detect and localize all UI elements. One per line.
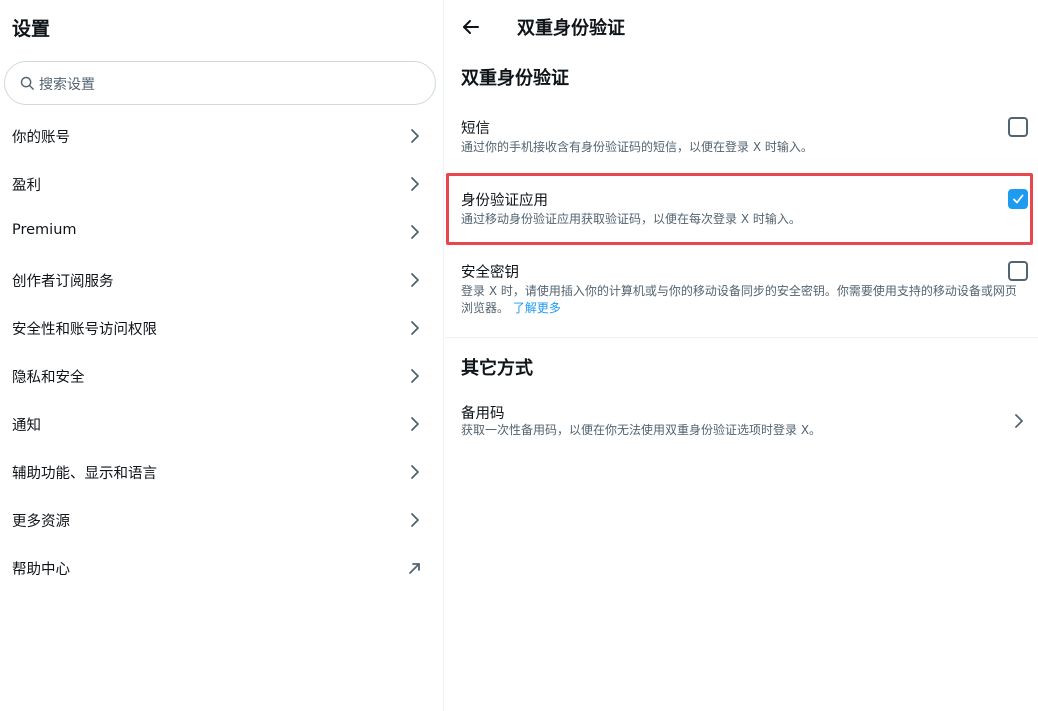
menu-item-notifications[interactable]: 通知 [0, 400, 443, 448]
menu-item-monetization[interactable]: 盈利 [0, 160, 443, 208]
backup-codes-desc: 获取一次性备用码，以便在你无法使用双重身份验证选项时登录 X。 [461, 423, 822, 437]
menu-item-label: 你的账号 [12, 130, 70, 146]
menu-item-help-center[interactable]: 帮助中心 [0, 544, 443, 592]
chevron-right-icon [411, 417, 419, 431]
option-authenticator-app[interactable]: 身份验证应用 通过移动身份验证应用获取验证码，以便在每次登录 X 时输入。 [445, 180, 1038, 240]
chevron-right-icon [411, 369, 419, 383]
backup-codes-title: 备用码 [461, 406, 505, 422]
sms-checkbox[interactable] [1008, 117, 1028, 137]
learn-more-link[interactable]: 了解更多 [513, 301, 561, 315]
option-security-key[interactable]: 安全密钥 登录 X 时，请使用插入你的计算机或与你的移动设备同步的安全密钥。你需… [445, 252, 1038, 332]
menu-item-label: 创作者订阅服务 [12, 274, 114, 290]
menu-item-label: 隐私和安全 [12, 370, 85, 386]
section-title-other: 其它方式 [461, 358, 533, 379]
divider [445, 337, 1038, 338]
option-sms-title: 短信 [461, 121, 490, 137]
option-authenticator-desc: 通过移动身份验证应用获取验证码，以便在每次登录 X 时输入。 [461, 212, 801, 226]
menu-item-security[interactable]: 安全性和账号访问权限 [0, 304, 443, 352]
settings-title: 设置 [12, 18, 51, 40]
menu-item-label: 通知 [12, 418, 41, 434]
chevron-right-icon [411, 129, 419, 143]
menu-item-label: Premium [12, 222, 77, 238]
option-backup-codes[interactable]: 备用码 获取一次性备用码，以便在你无法使用双重身份验证选项时登录 X。 [445, 395, 1038, 445]
external-link-icon [409, 563, 420, 574]
menu-item-privacy[interactable]: 隐私和安全 [0, 352, 443, 400]
option-sms-desc: 通过你的手机接收含有身份验证码的短信，以便在登录 X 时输入。 [461, 140, 813, 154]
menu-item-label: 更多资源 [12, 514, 70, 530]
settings-menu: 你的账号 盈利 Premium 创作者订阅服务 安全性和账号访问权限 隐私和安全… [0, 112, 443, 592]
chevron-right-icon [411, 225, 419, 239]
two-factor-panel: 双重身份验证 双重身份验证 短信 通过你的手机接收含有身份验证码的短信，以便在登… [445, 0, 1038, 711]
menu-item-accessibility[interactable]: 辅助功能、显示和语言 [0, 448, 443, 496]
option-security-key-desc: 登录 X 时，请使用插入你的计算机或与你的移动设备同步的安全密钥。你需要使用支持… [461, 283, 1021, 317]
chevron-right-icon [411, 513, 419, 527]
search-input[interactable]: 搜索设置 [4, 61, 436, 105]
chevron-right-icon [411, 321, 419, 335]
chevron-right-icon [411, 273, 419, 287]
page-title: 双重身份验证 [517, 18, 625, 39]
menu-item-creator-subscriptions[interactable]: 创作者订阅服务 [0, 256, 443, 304]
chevron-right-icon [411, 465, 419, 479]
search-placeholder: 搜索设置 [39, 77, 95, 93]
settings-sidebar: 设置 搜索设置 你的账号 盈利 Premium 创作者订阅服务 安全性和账号访问… [0, 0, 444, 711]
menu-item-your-account[interactable]: 你的账号 [0, 112, 443, 160]
option-authenticator-title: 身份验证应用 [461, 193, 548, 209]
option-security-key-title: 安全密钥 [461, 265, 519, 281]
section-title-2fa: 双重身份验证 [461, 68, 569, 89]
security-key-checkbox[interactable] [1008, 261, 1028, 281]
chevron-right-icon [411, 177, 419, 191]
menu-item-label: 辅助功能、显示和语言 [12, 466, 157, 482]
search-icon [20, 76, 34, 90]
menu-item-label: 安全性和账号访问权限 [12, 322, 157, 338]
menu-item-premium[interactable]: Premium [0, 208, 443, 256]
menu-item-more-resources[interactable]: 更多资源 [0, 496, 443, 544]
chevron-right-icon [1015, 414, 1023, 428]
menu-item-label: 帮助中心 [12, 562, 70, 578]
option-sms[interactable]: 短信 通过你的手机接收含有身份验证码的短信，以便在登录 X 时输入。 [445, 110, 1038, 170]
menu-item-label: 盈利 [12, 178, 41, 194]
back-arrow-icon[interactable] [461, 17, 481, 37]
authenticator-checkbox[interactable] [1008, 189, 1028, 209]
checkmark-icon [1013, 194, 1024, 204]
